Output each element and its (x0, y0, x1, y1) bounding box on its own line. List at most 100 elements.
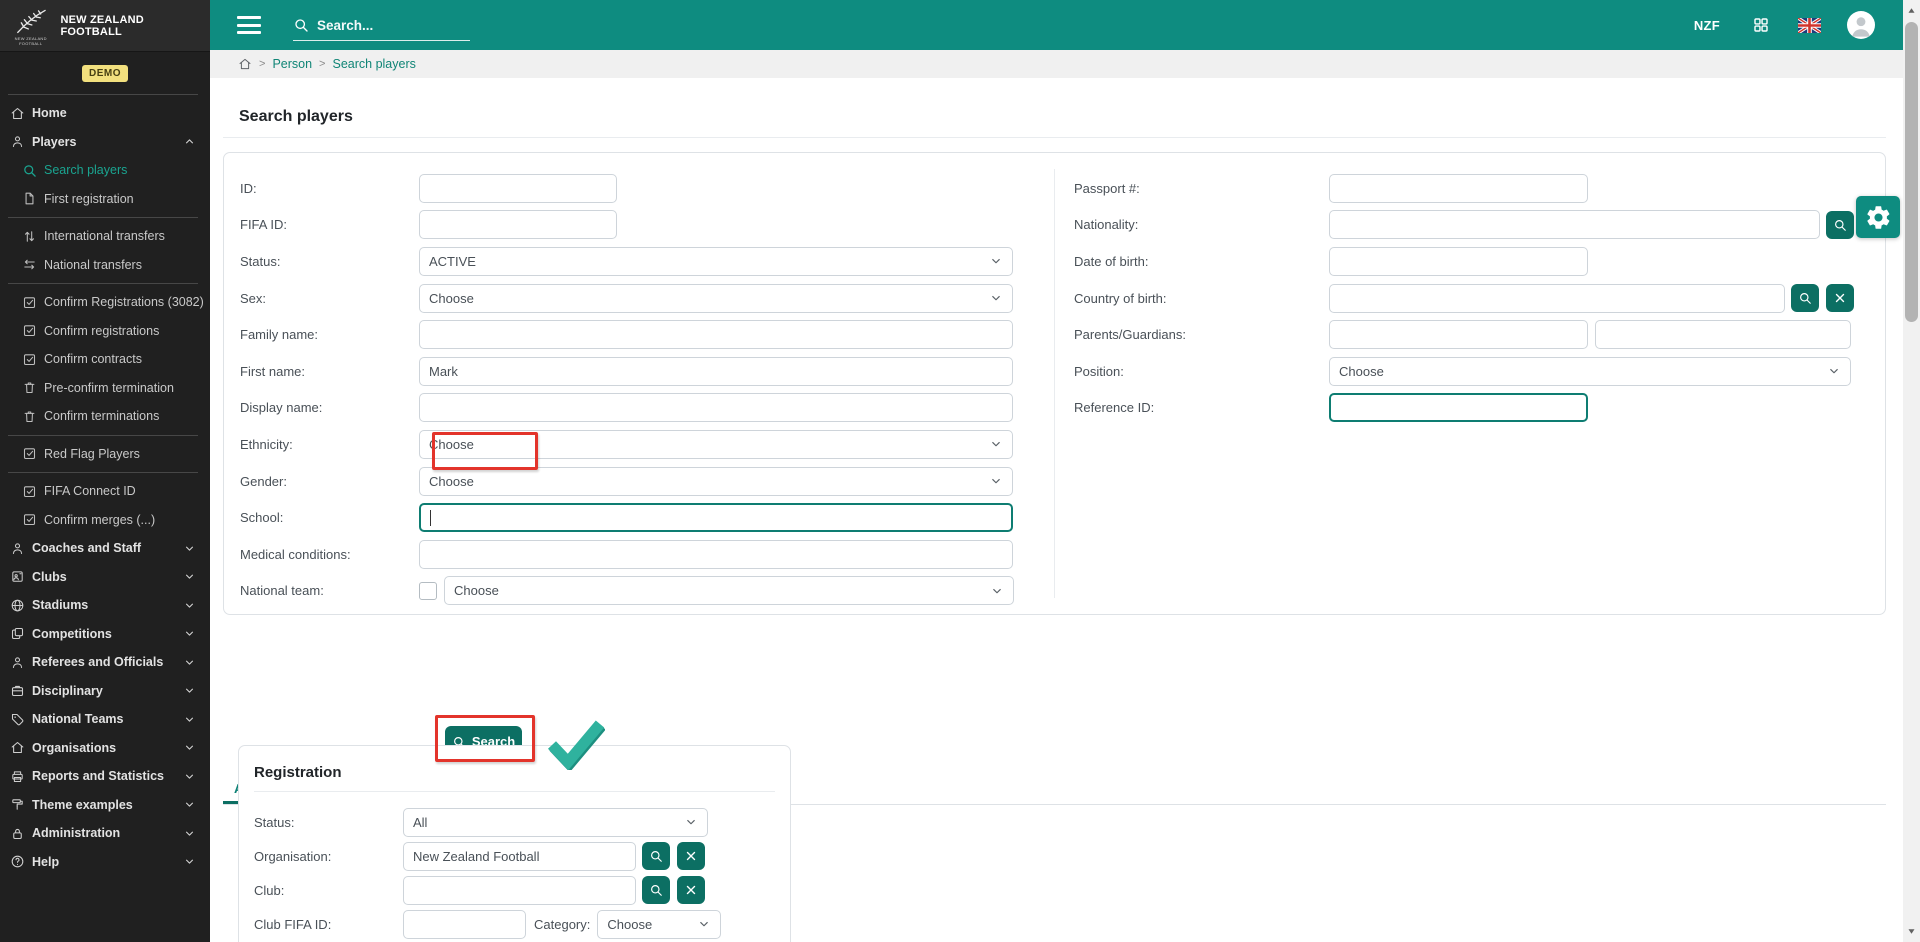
sidebar-item-confirm-registrations-3082[interactable]: Confirm Registrations (3082) (0, 288, 210, 317)
sidebar-item-administration[interactable]: Administration (0, 819, 210, 848)
chevron-down-icon (183, 855, 196, 868)
gender-select[interactable]: Choose (419, 467, 1013, 496)
main-content: Search players ID:FIFA ID:Status:ACTIVES… (210, 78, 1903, 942)
breadcrumb-person[interactable]: Person (272, 57, 312, 71)
reg-club-clear-button[interactable] (677, 876, 705, 904)
reg-organisation-input[interactable]: New Zealand Football (403, 842, 636, 871)
reference-id-input[interactable] (1329, 393, 1588, 422)
reg-organisation-row: Organisation:New Zealand Football (239, 839, 790, 873)
sidebar-item-reports-and-statistics[interactable]: Reports and Statistics (0, 762, 210, 791)
fifa-id-label: FIFA ID: (224, 217, 419, 232)
sidebar-item-label: Coaches and Staff (32, 541, 141, 555)
school-input[interactable] (419, 503, 1013, 532)
first-name-row: First name:Mark (224, 353, 1054, 390)
ethnicity-select[interactable]: Choose (419, 430, 1013, 459)
reg-organisation-clear-button[interactable] (677, 842, 705, 870)
menu-toggle-button[interactable] (237, 16, 261, 34)
date-of-birth-row: Date of birth: (1074, 243, 1887, 280)
display-name-input[interactable] (419, 393, 1013, 422)
sex-select[interactable]: Choose (419, 284, 1013, 313)
reg-status-label: Status: (239, 815, 403, 830)
language-flag-button[interactable] (1798, 18, 1821, 33)
sidebar-item-organisations[interactable]: Organisations (0, 734, 210, 763)
country-of-birth-input[interactable] (1329, 284, 1785, 313)
sidebar-item-home[interactable]: Home (0, 99, 210, 128)
id-input[interactable] (419, 174, 617, 203)
passport-input[interactable] (1329, 174, 1588, 203)
country-of-birth-search-button[interactable] (1791, 284, 1819, 312)
reg-club-input[interactable] (403, 876, 636, 905)
sex-row: Sex:Choose (224, 280, 1054, 317)
sidebar-item-national-teams[interactable]: National Teams (0, 705, 210, 734)
sidebar-item-red-flag-players[interactable]: Red Flag Players (0, 440, 210, 469)
sidebar-item-clubs[interactable]: Clubs (0, 563, 210, 592)
sidebar-item-help[interactable]: Help (0, 848, 210, 877)
sidebar-item-label: Search players (44, 163, 127, 177)
sidebar-item-search-players[interactable]: Search players (0, 156, 210, 185)
reg-category-select[interactable]: Choose (597, 910, 721, 939)
sidebar-item-confirm-terminations[interactable]: Confirm terminations (0, 402, 210, 431)
apps-grid-button[interactable] (1752, 16, 1770, 34)
position-value: Choose (1339, 364, 1384, 379)
nationality-input[interactable] (1329, 210, 1820, 239)
date-of-birth-input[interactable] (1329, 247, 1588, 276)
breadcrumb-search-players[interactable]: Search players (332, 57, 415, 71)
national-team-select[interactable]: Choose (444, 576, 1014, 605)
sidebar-item-theme-examples[interactable]: Theme examples (0, 791, 210, 820)
home-icon[interactable] (238, 57, 252, 71)
medical-conditions-input[interactable] (419, 540, 1013, 569)
scrollbar-thumb[interactable] (1905, 22, 1918, 322)
parents-guardians-input-2[interactable] (1595, 320, 1851, 349)
sidebar-item-international-transfers[interactable]: International transfers (0, 222, 210, 251)
fifa-id-input[interactable] (419, 210, 617, 239)
user-avatar[interactable] (1847, 11, 1875, 39)
settings-flyout-button[interactable] (1856, 196, 1900, 238)
sidebar-item-players[interactable]: Players (0, 128, 210, 157)
parents-guardians-input-1[interactable] (1329, 320, 1588, 349)
sidebar-item-label: Home (32, 106, 67, 120)
reg-organisation-search-button[interactable] (642, 842, 670, 870)
first-name-label: First name: (224, 364, 419, 379)
lock-icon (10, 826, 25, 841)
sidebar-item-label: Confirm contracts (44, 352, 142, 366)
sidebar-item-label: Stadiums (32, 598, 88, 612)
sidebar-item-label: National Teams (32, 712, 123, 726)
gender-label: Gender: (224, 474, 419, 489)
sidebar-item-stadiums[interactable]: Stadiums (0, 591, 210, 620)
reg-club-fifa-id-input[interactable] (403, 910, 526, 939)
id-label: ID: (224, 181, 419, 196)
brand-name: NEW ZEALAND FOOTBALL (60, 14, 200, 38)
sidebar-item-disciplinary[interactable]: Disciplinary (0, 677, 210, 706)
sidebar-item-confirm-contracts[interactable]: Confirm contracts (0, 345, 210, 374)
country-of-birth-clear-button[interactable] (1826, 284, 1854, 312)
theme-icon (10, 797, 25, 812)
status-value: ACTIVE (429, 254, 476, 269)
scroll-up-button[interactable] (1903, 2, 1920, 19)
global-search-input[interactable]: Search... (293, 17, 470, 41)
sidebar-item-national-transfers[interactable]: National transfers (0, 251, 210, 280)
search-icon (1798, 291, 1812, 305)
reg-club-search-button[interactable] (642, 876, 670, 904)
family-name-input[interactable] (419, 320, 1013, 349)
scroll-down-button[interactable] (1903, 923, 1920, 940)
passport-label: Passport #: (1074, 181, 1329, 196)
first-name-input[interactable]: Mark (419, 357, 1013, 386)
sidebar-item-first-registration[interactable]: First registration (0, 185, 210, 214)
chevron-down-icon (183, 542, 196, 555)
national-team-checkbox[interactable] (419, 582, 437, 600)
sidebar-item-competitions[interactable]: Competitions (0, 620, 210, 649)
position-select[interactable]: Choose (1329, 357, 1851, 386)
org-code-menu[interactable]: NZF (1694, 18, 1720, 33)
sidebar-item-coaches-and-staff[interactable]: Coaches and Staff (0, 534, 210, 563)
reg-organisation-label: Organisation: (239, 849, 403, 864)
status-select[interactable]: ACTIVE (419, 247, 1013, 276)
reg-status-select[interactable]: All (403, 808, 708, 837)
chevron-down-icon (183, 713, 196, 726)
sidebar-item-confirm-merges[interactable]: Confirm merges (...) (0, 506, 210, 535)
sidebar-item-pre-confirm-termination[interactable]: Pre-confirm termination (0, 374, 210, 403)
person-icon (10, 655, 25, 670)
nationality-search-button[interactable] (1826, 211, 1854, 239)
sidebar-item-confirm-registrations[interactable]: Confirm registrations (0, 317, 210, 346)
sidebar-item-fifa-connect-id[interactable]: FIFA Connect ID (0, 477, 210, 506)
sidebar-item-referees-and-officials[interactable]: Referees and Officials (0, 648, 210, 677)
